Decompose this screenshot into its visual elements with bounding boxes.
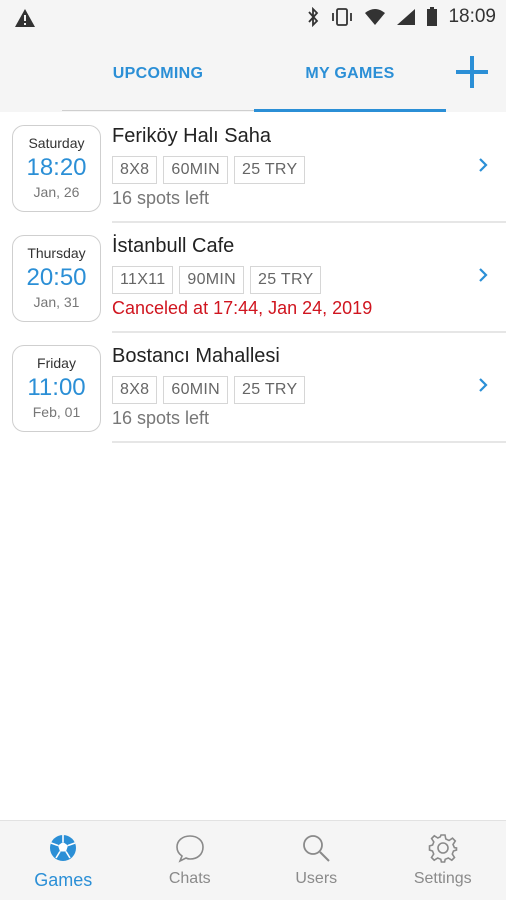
nav-games[interactable]: Games — [0, 821, 127, 900]
date-badge: Thursday 20:50 Jan, 31 — [12, 235, 101, 322]
game-date: Jan, 26 — [33, 184, 80, 200]
game-time: 11:00 — [27, 374, 86, 401]
game-row[interactable]: Saturday 18:20 Jan, 26 Feriköy Halı Saha… — [0, 113, 506, 223]
nav-users[interactable]: Users — [253, 821, 380, 900]
format-chip: 8X8 — [112, 156, 158, 184]
wifi-icon — [364, 8, 386, 26]
games-list: Saturday 18:20 Jan, 26 Feriköy Halı Saha… — [0, 113, 506, 443]
game-status: 16 spots left — [112, 408, 210, 428]
duration-chip: 60MIN — [163, 376, 228, 404]
date-badge: Saturday 18:20 Jan, 26 — [12, 125, 101, 212]
nav-label: Chats — [168, 870, 211, 887]
tab-my-games[interactable]: MY GAMES — [254, 36, 446, 112]
tab-label: MY GAMES — [305, 65, 395, 82]
game-venue: İstanbull Cafe — [112, 235, 235, 257]
game-date: Jan, 31 — [33, 294, 80, 310]
search-icon — [301, 833, 331, 865]
game-day: Thursday — [27, 245, 86, 261]
bluetooth-icon — [306, 7, 320, 27]
nav-label: Settings — [413, 870, 472, 887]
nav-chats[interactable]: Chats — [127, 821, 254, 900]
soccer-ball-icon — [48, 833, 78, 865]
price-chip: 25 TRY — [234, 156, 306, 184]
price-chip: 25 TRY — [234, 376, 306, 404]
duration-chip: 90MIN — [179, 266, 245, 294]
game-time: 20:50 — [26, 264, 87, 291]
header: UPCOMING MY GAMES — [0, 36, 506, 112]
gear-icon — [428, 833, 458, 865]
status-time: 18:09 — [448, 6, 496, 27]
plus-icon — [456, 56, 488, 88]
chevron-right-icon — [478, 267, 488, 288]
game-venue: Feriköy Halı Saha — [112, 125, 271, 147]
game-date: Feb, 01 — [32, 404, 81, 420]
duration-chip: 60MIN — [163, 156, 228, 184]
format-chip: 11X11 — [112, 266, 174, 294]
status-bar: 18:09 — [0, 0, 506, 36]
battery-icon — [426, 7, 438, 27]
add-game-button[interactable] — [454, 54, 490, 90]
chat-bubble-icon — [174, 833, 206, 865]
game-row[interactable]: Thursday 20:50 Jan, 31 İstanbull Cafe 11… — [0, 223, 506, 333]
signal-icon — [396, 8, 416, 26]
nav-label: Games — [34, 870, 93, 890]
game-status: 16 spots left — [112, 188, 210, 208]
vibrate-icon — [330, 7, 354, 27]
date-badge: Friday 11:00 Feb, 01 — [12, 345, 101, 432]
nav-settings[interactable]: Settings — [380, 821, 506, 900]
game-day: Friday — [37, 355, 76, 371]
warning-icon — [14, 8, 36, 28]
game-venue: Bostancı Mahallesi — [112, 345, 280, 367]
tab-upcoming[interactable]: UPCOMING — [62, 36, 254, 112]
chevron-right-icon — [478, 377, 488, 398]
game-day: Saturday — [28, 135, 85, 151]
row-divider — [112, 441, 506, 443]
tab-divider — [62, 110, 254, 111]
price-chip: 25 TRY — [250, 266, 322, 294]
bottom-nav: Games Chats Users Settings — [0, 820, 506, 900]
game-row[interactable]: Friday 11:00 Feb, 01 Bostancı Mahallesi … — [0, 333, 506, 443]
tab-label: UPCOMING — [112, 65, 204, 82]
game-status: Canceled at 17:44, Jan 24, 2019 — [112, 298, 373, 318]
game-time: 18:20 — [26, 154, 87, 181]
chevron-right-icon — [478, 157, 488, 178]
nav-label: Users — [295, 870, 338, 887]
tab-bar: UPCOMING MY GAMES — [62, 36, 446, 112]
format-chip: 8X8 — [112, 376, 158, 404]
